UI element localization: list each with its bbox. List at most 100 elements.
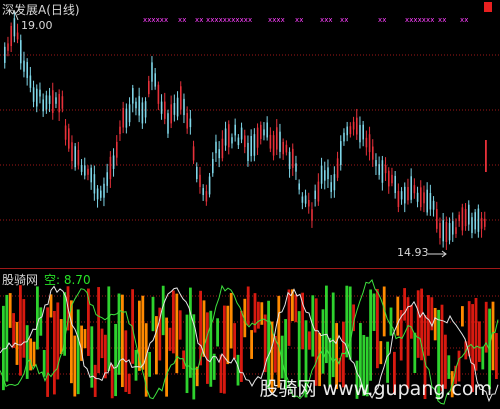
candlestick bbox=[381, 160, 384, 183]
signal-marker: x bbox=[164, 16, 168, 24]
candlestick bbox=[135, 101, 137, 109]
indicator-bar bbox=[206, 312, 209, 384]
candlestick bbox=[327, 167, 329, 180]
indicator-bar bbox=[495, 333, 498, 380]
signal-marker: x bbox=[182, 16, 186, 24]
indicator-bar bbox=[229, 292, 233, 349]
candlestick bbox=[269, 134, 272, 149]
candlestick bbox=[103, 183, 105, 198]
candlestick bbox=[80, 164, 83, 172]
candlestick bbox=[439, 223, 441, 239]
indicator-bar bbox=[416, 290, 420, 358]
candlestick bbox=[20, 40, 22, 64]
candlestick bbox=[87, 168, 89, 175]
candlestick bbox=[285, 144, 288, 153]
candlestick bbox=[298, 183, 300, 190]
signal-marker: x bbox=[442, 16, 446, 24]
candlestick bbox=[58, 93, 60, 113]
candlestick bbox=[116, 141, 118, 158]
indicator-bar bbox=[175, 293, 179, 374]
indicator-bar bbox=[369, 289, 372, 381]
candlestick bbox=[368, 134, 371, 153]
candlestick bbox=[359, 124, 361, 143]
indicator-bar bbox=[212, 353, 216, 380]
price-chart[interactable]: xxxxxxxxxxxxxxxxxxxxxxxxxxxxxxxxxxxxxxxx… bbox=[0, 0, 500, 409]
indicator-bar bbox=[25, 325, 29, 379]
indicator-bar bbox=[42, 350, 46, 377]
indicator-bar bbox=[257, 301, 260, 329]
indicator-bar bbox=[151, 296, 155, 332]
candlestick bbox=[375, 160, 377, 167]
candlestick bbox=[234, 124, 236, 136]
indicator-bar bbox=[32, 341, 36, 367]
candlestick bbox=[292, 148, 294, 168]
indicator-bar bbox=[223, 305, 226, 394]
candlestick bbox=[442, 220, 444, 242]
candlestick bbox=[276, 127, 278, 150]
candlestick bbox=[71, 142, 73, 162]
candlestick bbox=[362, 124, 364, 140]
indicator-bar bbox=[481, 346, 485, 370]
candlestick bbox=[308, 199, 310, 207]
candlestick bbox=[148, 80, 150, 95]
candlestick bbox=[340, 141, 342, 165]
candlestick bbox=[68, 128, 70, 149]
indicator-bar bbox=[93, 364, 97, 397]
candlestick bbox=[122, 107, 124, 128]
candlestick bbox=[349, 126, 352, 135]
indicator-bar bbox=[376, 288, 379, 369]
indicator-bar bbox=[22, 299, 26, 358]
indicator-bar bbox=[165, 317, 168, 397]
candlestick bbox=[96, 188, 99, 200]
indicator-bar bbox=[121, 294, 124, 388]
candlestick bbox=[183, 98, 185, 116]
candlestick bbox=[64, 125, 67, 140]
candlestick bbox=[416, 192, 419, 202]
indicator-bar bbox=[110, 364, 114, 399]
signal-marker: x bbox=[299, 16, 303, 24]
candlestick bbox=[244, 135, 246, 148]
indicator-bar bbox=[467, 301, 471, 357]
candlestick bbox=[301, 196, 304, 203]
candlestick bbox=[477, 208, 480, 232]
candlestick bbox=[320, 165, 323, 184]
indicator-bar bbox=[250, 330, 253, 359]
candlestick bbox=[164, 101, 166, 119]
indicator-bar bbox=[410, 305, 413, 339]
indicator-bar bbox=[155, 316, 158, 375]
candlestick bbox=[484, 218, 486, 227]
candlestick bbox=[330, 182, 332, 192]
indicator-bar bbox=[53, 310, 56, 395]
signal-marker: x bbox=[430, 16, 434, 24]
watermark: 股骑网 www.gupang.com bbox=[259, 378, 492, 400]
candlestick bbox=[432, 200, 435, 210]
candlestick bbox=[208, 176, 211, 195]
candlestick bbox=[429, 192, 432, 210]
candlestick bbox=[231, 137, 233, 144]
candlestick bbox=[141, 102, 144, 124]
candlestick bbox=[212, 158, 214, 174]
candlestick bbox=[464, 208, 467, 227]
candlestick bbox=[106, 172, 108, 186]
candlestick bbox=[461, 207, 464, 231]
indicator-name: 股骑网 bbox=[2, 273, 39, 287]
candlestick bbox=[180, 86, 182, 110]
candlestick bbox=[84, 165, 86, 176]
indicator-bar bbox=[474, 297, 478, 371]
candlestick bbox=[266, 122, 268, 138]
candlestick bbox=[404, 186, 406, 204]
indicator-bar bbox=[104, 334, 107, 379]
candlestick bbox=[224, 128, 227, 146]
candlestick bbox=[352, 121, 355, 130]
indicator-bar bbox=[114, 323, 117, 397]
indicator-bar bbox=[5, 294, 9, 382]
signal-marker: x bbox=[382, 16, 386, 24]
indicator-bar bbox=[240, 310, 243, 382]
candlestick bbox=[458, 214, 460, 222]
candlestick bbox=[247, 142, 249, 162]
candlestick bbox=[218, 149, 220, 159]
candlestick bbox=[391, 174, 393, 184]
candlestick bbox=[336, 158, 339, 178]
high-price-label: 19.00 bbox=[21, 19, 53, 32]
candlestick bbox=[173, 103, 176, 115]
